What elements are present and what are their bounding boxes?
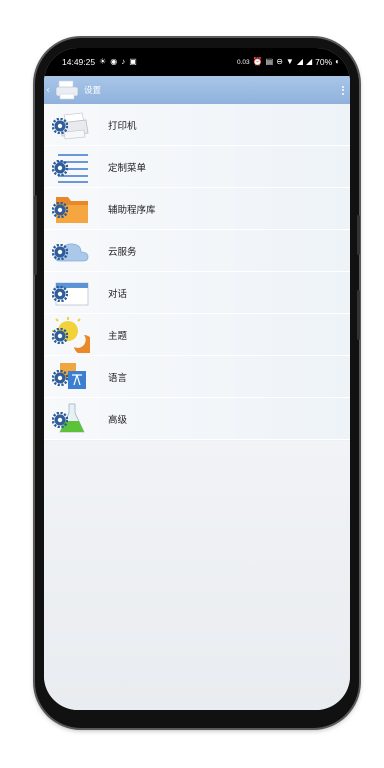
gear-icon: [52, 369, 68, 386]
cloud-icon: [50, 233, 90, 269]
back-icon[interactable]: ‹: [46, 85, 54, 96]
signal-icon: ◢: [305, 57, 313, 66]
language-icon: [50, 359, 90, 395]
overflow-menu-icon[interactable]: [342, 85, 344, 95]
list-item-dialog[interactable]: 对话: [44, 272, 350, 314]
app-bar: ‹ 设置: [44, 76, 350, 104]
phone-side-button: [34, 195, 37, 275]
tiktok-icon: ♪: [121, 57, 126, 66]
list-item-language[interactable]: 语言: [44, 356, 350, 398]
phone-screen: 14:49:25 ☀ ◉ ♪ ▣ 0.03 ⏰ ▤ ⊖ ▼ ◢ ◢ 70% ◐ …: [44, 48, 350, 710]
gear-icon: [52, 411, 68, 428]
list-item-label: 辅助程序库: [108, 204, 156, 216]
list-item-label: 语言: [108, 372, 128, 384]
gear-icon: [52, 285, 68, 302]
flask-icon: [50, 401, 90, 437]
status-time: 14:49:25: [62, 57, 96, 67]
phone-side-button: [357, 215, 360, 255]
list-item-helper-library[interactable]: 辅助程序库: [44, 188, 350, 230]
list-item-label: 打印机: [108, 120, 137, 132]
gear-icon: [52, 327, 68, 344]
gallery-icon: ▣: [129, 57, 137, 66]
gear-icon: [52, 117, 68, 134]
menu-list-icon: [50, 149, 90, 185]
list-item-advanced[interactable]: 高级: [44, 398, 350, 440]
phone-side-button: [357, 290, 360, 340]
settings-list: 打印机 定制菜单 辅助程序库 云服务 对话 主题 语言 高级: [44, 104, 350, 440]
list-item-printer[interactable]: 打印机: [44, 104, 350, 146]
signal-icon: ◢: [296, 57, 303, 66]
list-item-label: 主题: [108, 330, 128, 342]
list-item-label: 云服务: [108, 246, 137, 258]
list-item-cloud-service[interactable]: 云服务: [44, 230, 350, 272]
printer-app-icon[interactable]: [54, 79, 80, 101]
weibo-icon: ☀: [99, 57, 107, 66]
list-item-label: 定制菜单: [108, 162, 147, 174]
folder-icon: [50, 191, 90, 227]
printer-icon: [50, 107, 90, 143]
wifi-icon: ▼: [285, 57, 294, 66]
list-item-label: 对话: [108, 288, 128, 300]
gear-icon: [52, 243, 68, 260]
gear-icon: [52, 159, 68, 176]
empty-area: [44, 441, 350, 710]
page-title: 设置: [84, 86, 102, 96]
battery-percent: 70%: [315, 57, 333, 67]
list-item-custom-menu[interactable]: 定制菜单: [44, 146, 350, 188]
status-bar: 14:49:25 ☀ ◉ ♪ ▣ 0.03 ⏰ ▤ ⊖ ▼ ◢ ◢ 70% ◐: [44, 48, 350, 76]
theme-icon: [50, 316, 94, 355]
list-item-theme[interactable]: 主题: [44, 314, 350, 356]
list-item-label: 高级: [108, 414, 128, 426]
nfc-icon: ▤: [265, 57, 274, 66]
net-speed: 0.03: [237, 58, 250, 66]
alarm-icon: ⏰: [252, 57, 263, 66]
dialog-window-icon: [50, 275, 90, 311]
gear-icon: [52, 201, 68, 218]
dnd-icon: ⊖: [276, 57, 283, 66]
battery-icon: ◐: [335, 57, 340, 66]
app-notification-icon: ◉: [110, 57, 118, 66]
